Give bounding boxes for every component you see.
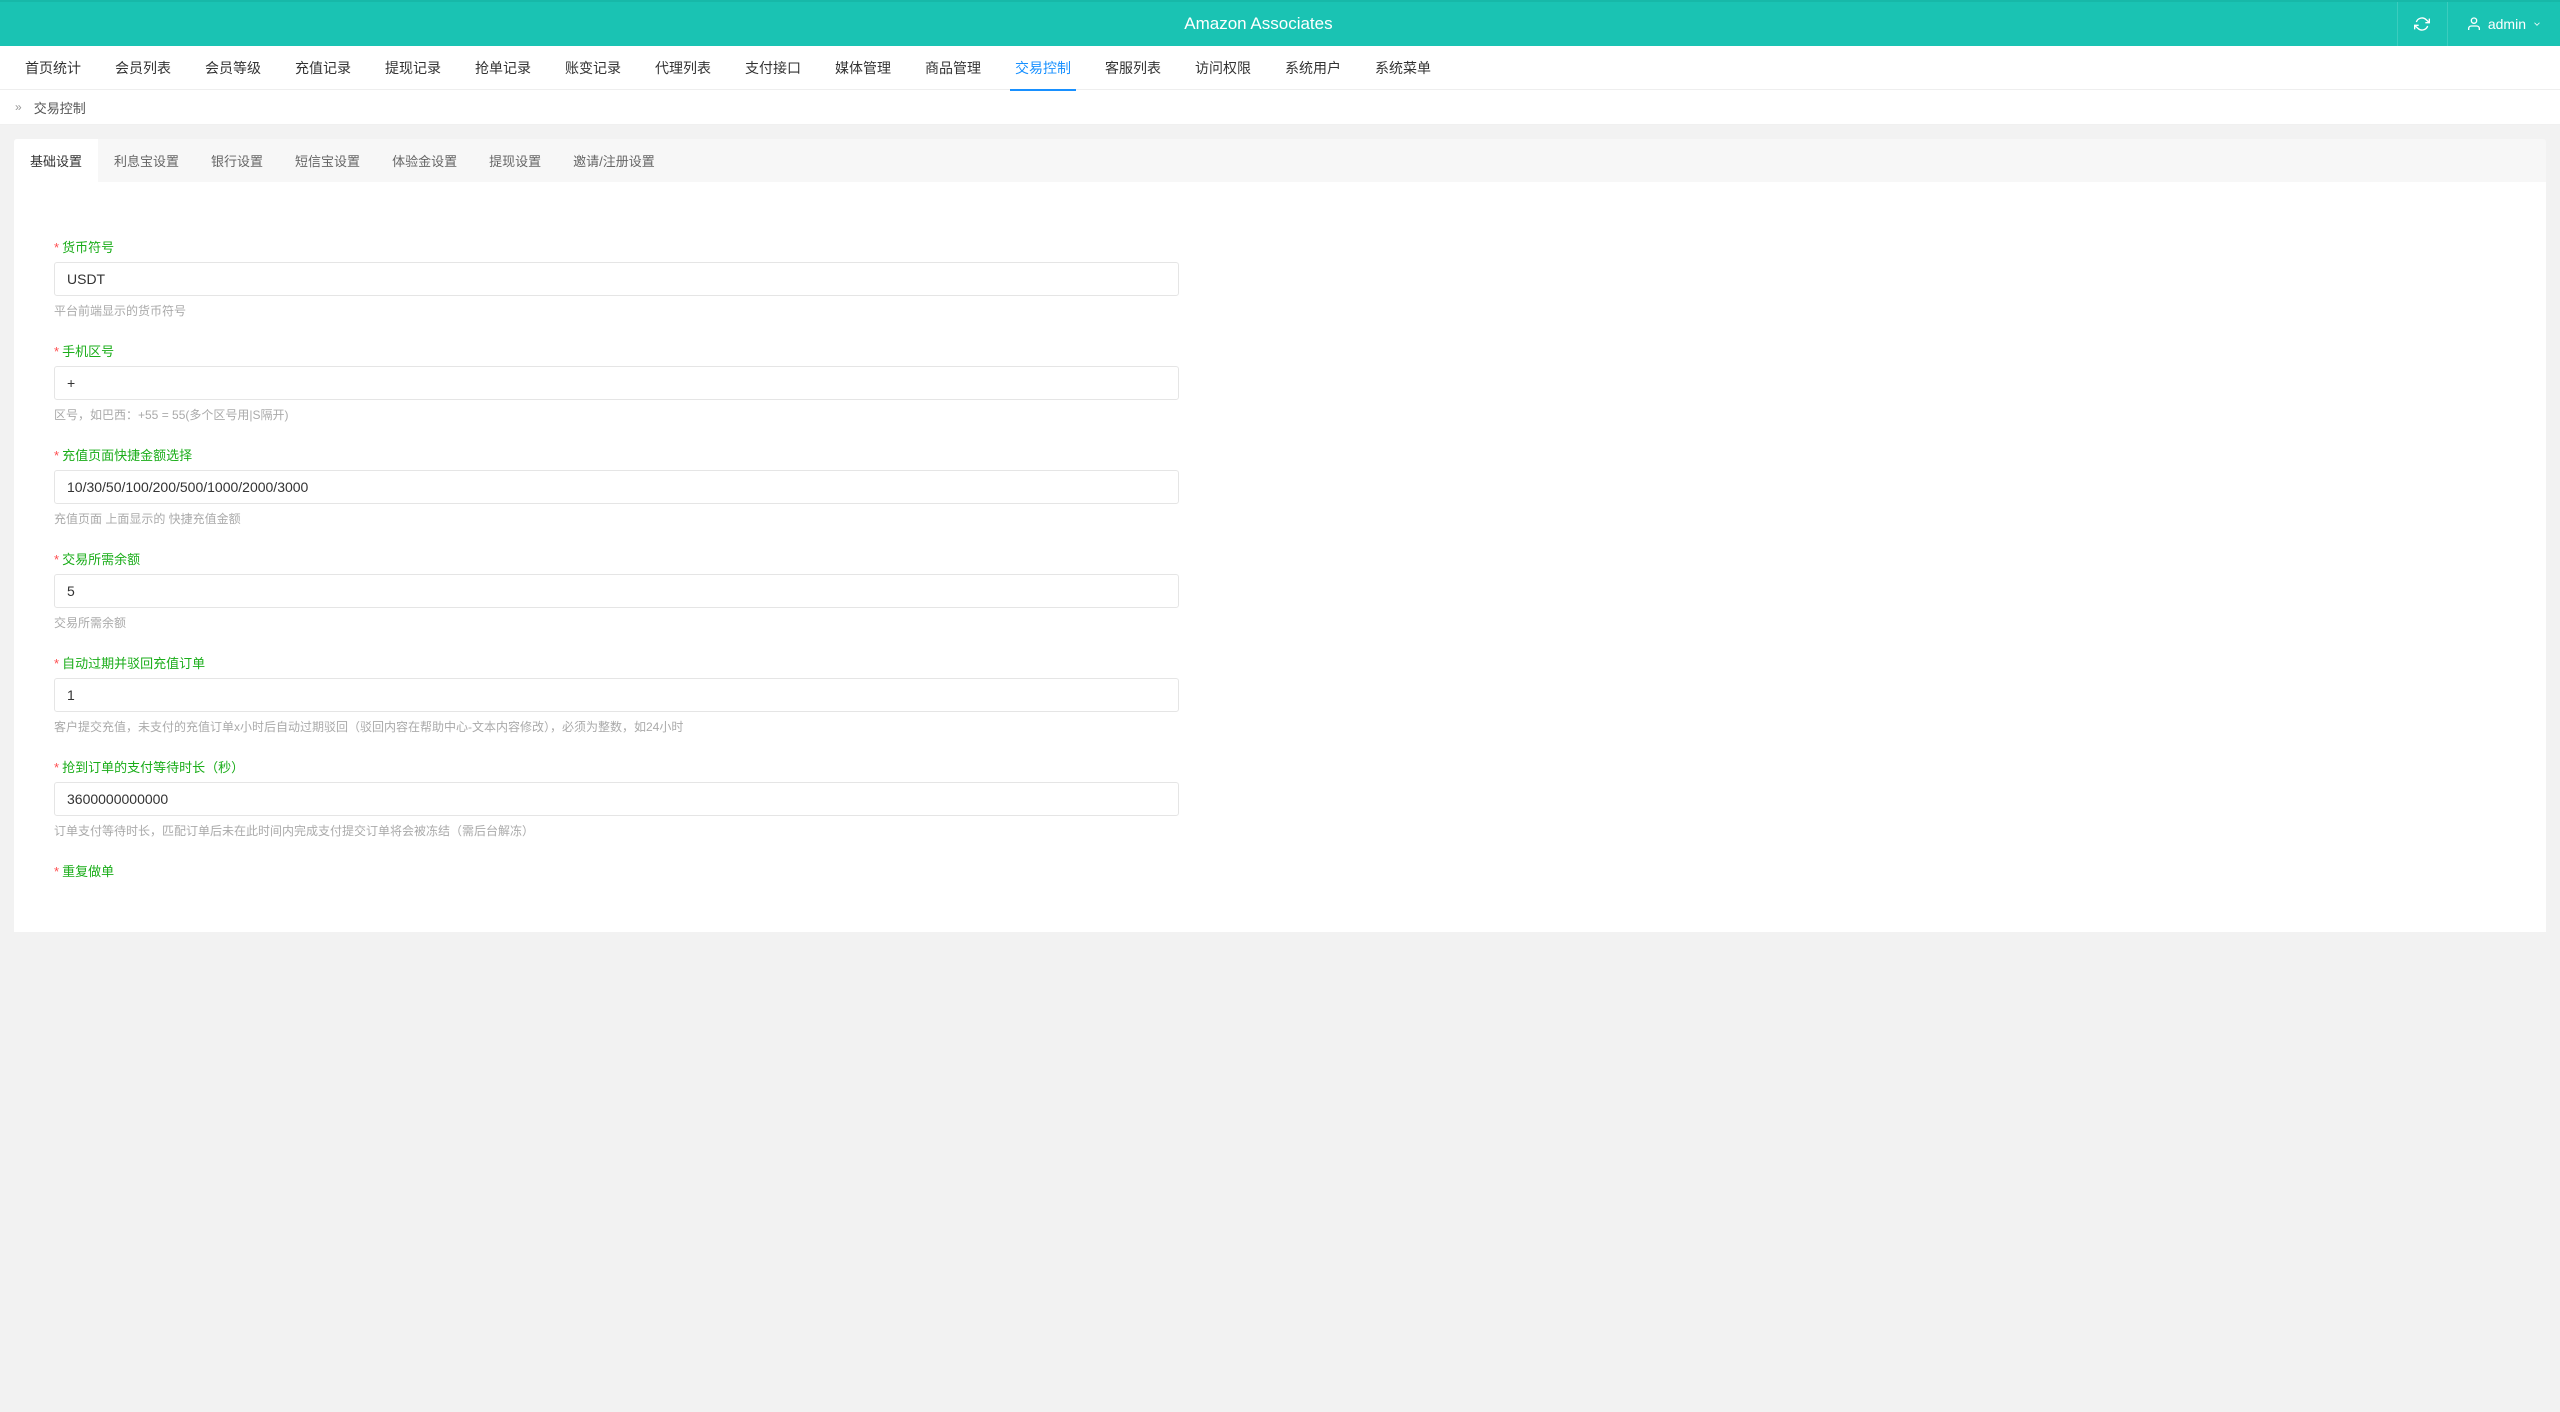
- topnav-item[interactable]: 提现记录: [368, 46, 458, 90]
- form-label: *交易所需余额: [54, 549, 1179, 568]
- required-marker: *: [54, 448, 59, 463]
- topnav-item[interactable]: 充值记录: [278, 46, 368, 90]
- form-label-text: 交易所需余额: [62, 552, 140, 567]
- topnav-item[interactable]: 首页统计: [8, 46, 98, 90]
- form-input[interactable]: [54, 574, 1179, 608]
- form-label: *充值页面快捷金额选择: [54, 445, 1179, 464]
- form-group: *重复做单: [54, 861, 1179, 880]
- form-label: *手机区号: [54, 341, 1179, 360]
- form-group: *手机区号区号，如巴西：+55 = 55(多个区号用|S隔开): [54, 341, 1179, 423]
- subtab-item[interactable]: 邀请/注册设置: [557, 139, 671, 182]
- breadcrumb-current: 交易控制: [28, 98, 92, 117]
- form-label-text: 充值页面快捷金额选择: [62, 448, 192, 463]
- topnav-item[interactable]: 媒体管理: [818, 46, 908, 90]
- topnav-item[interactable]: 抢单记录: [458, 46, 548, 90]
- form-help-text: 区号，如巴西：+55 = 55(多个区号用|S隔开): [54, 406, 1179, 423]
- form-group: *充值页面快捷金额选择充值页面 上面显示的 快捷充值金额: [54, 445, 1179, 527]
- topnav-item[interactable]: 会员列表: [98, 46, 188, 90]
- chevron-right-icon: »: [15, 100, 22, 114]
- refresh-button[interactable]: [2397, 2, 2447, 46]
- subtab-item[interactable]: 银行设置: [195, 139, 279, 182]
- topnav-item[interactable]: 商品管理: [908, 46, 998, 90]
- user-icon: [2466, 16, 2482, 32]
- subtab-item[interactable]: 体验金设置: [376, 139, 473, 182]
- required-marker: *: [54, 552, 59, 567]
- form-label-text: 重复做单: [62, 864, 114, 879]
- form-label-text: 货币符号: [62, 240, 114, 255]
- subtab-bar: 基础设置利息宝设置银行设置短信宝设置体验金设置提现设置邀请/注册设置: [14, 139, 2546, 182]
- form-input[interactable]: [54, 262, 1179, 296]
- form-group: *自动过期并驳回充值订单客户提交充值，未支付的充值订单x小时后自动过期驳回（驳回…: [54, 653, 1179, 735]
- required-marker: *: [54, 656, 59, 671]
- form-label-text: 抢到订单的支付等待时长（秒）: [62, 760, 244, 775]
- topnav-item[interactable]: 系统用户: [1268, 46, 1358, 90]
- form-input[interactable]: [54, 366, 1179, 400]
- form-label-text: 手机区号: [62, 344, 114, 359]
- topnav-item[interactable]: 交易控制: [998, 46, 1088, 90]
- topnav-item[interactable]: 系统菜单: [1358, 46, 1448, 90]
- required-marker: *: [54, 240, 59, 255]
- topnav-item[interactable]: 会员等级: [188, 46, 278, 90]
- form-help-text: 客户提交充值，未支付的充值订单x小时后自动过期驳回（驳回内容在帮助中心-文本内容…: [54, 718, 1179, 735]
- topnav-item[interactable]: 账变记录: [548, 46, 638, 90]
- form-help-text: 交易所需余额: [54, 614, 1179, 631]
- app-title: Amazon Associates: [120, 14, 2397, 34]
- topnav-item[interactable]: 代理列表: [638, 46, 728, 90]
- subtab-item[interactable]: 基础设置: [14, 139, 98, 182]
- topnav-item[interactable]: 客服列表: [1088, 46, 1178, 90]
- form-group: *交易所需余额交易所需余额: [54, 549, 1179, 631]
- form-help-text: 平台前端显示的货币符号: [54, 302, 1179, 319]
- form-label: *自动过期并驳回充值订单: [54, 653, 1179, 672]
- form-label: *重复做单: [54, 861, 1179, 880]
- form-help-text: 充值页面 上面显示的 快捷充值金额: [54, 510, 1179, 527]
- refresh-icon: [2414, 16, 2430, 32]
- required-marker: *: [54, 864, 59, 879]
- form-input[interactable]: [54, 678, 1179, 712]
- form-input[interactable]: [54, 470, 1179, 504]
- required-marker: *: [54, 344, 59, 359]
- form-label-text: 自动过期并驳回充值订单: [62, 656, 205, 671]
- form-panel: *货币符号平台前端显示的货币符号*手机区号区号，如巴西：+55 = 55(多个区…: [14, 182, 2546, 932]
- topnav-item[interactable]: 支付接口: [728, 46, 818, 90]
- form-input[interactable]: [54, 782, 1179, 816]
- required-marker: *: [54, 760, 59, 775]
- breadcrumb-tabbar: » 交易控制: [0, 90, 2560, 125]
- form-group: *货币符号平台前端显示的货币符号: [54, 237, 1179, 319]
- user-menu[interactable]: admin: [2447, 2, 2560, 46]
- chevron-down-icon: [2532, 19, 2542, 29]
- user-name: admin: [2488, 16, 2526, 32]
- form-group: *抢到订单的支付等待时长（秒） 订单支付等待时长，匹配订单后未在此时间内完成支付提…: [54, 757, 1179, 839]
- form-label: *抢到订单的支付等待时长（秒）: [54, 757, 1179, 776]
- top-navigation: 首页统计会员列表会员等级充值记录提现记录抢单记录账变记录代理列表支付接口媒体管理…: [0, 46, 2560, 90]
- form-label: *货币符号: [54, 237, 1179, 256]
- subtab-item[interactable]: 短信宝设置: [279, 139, 376, 182]
- subtab-item[interactable]: 提现设置: [473, 139, 557, 182]
- subtab-item[interactable]: 利息宝设置: [98, 139, 195, 182]
- topnav-item[interactable]: 访问权限: [1178, 46, 1268, 90]
- form-help-text: 订单支付等待时长，匹配订单后未在此时间内完成支付提交订单将会被冻结（需后台解冻）: [54, 822, 1179, 839]
